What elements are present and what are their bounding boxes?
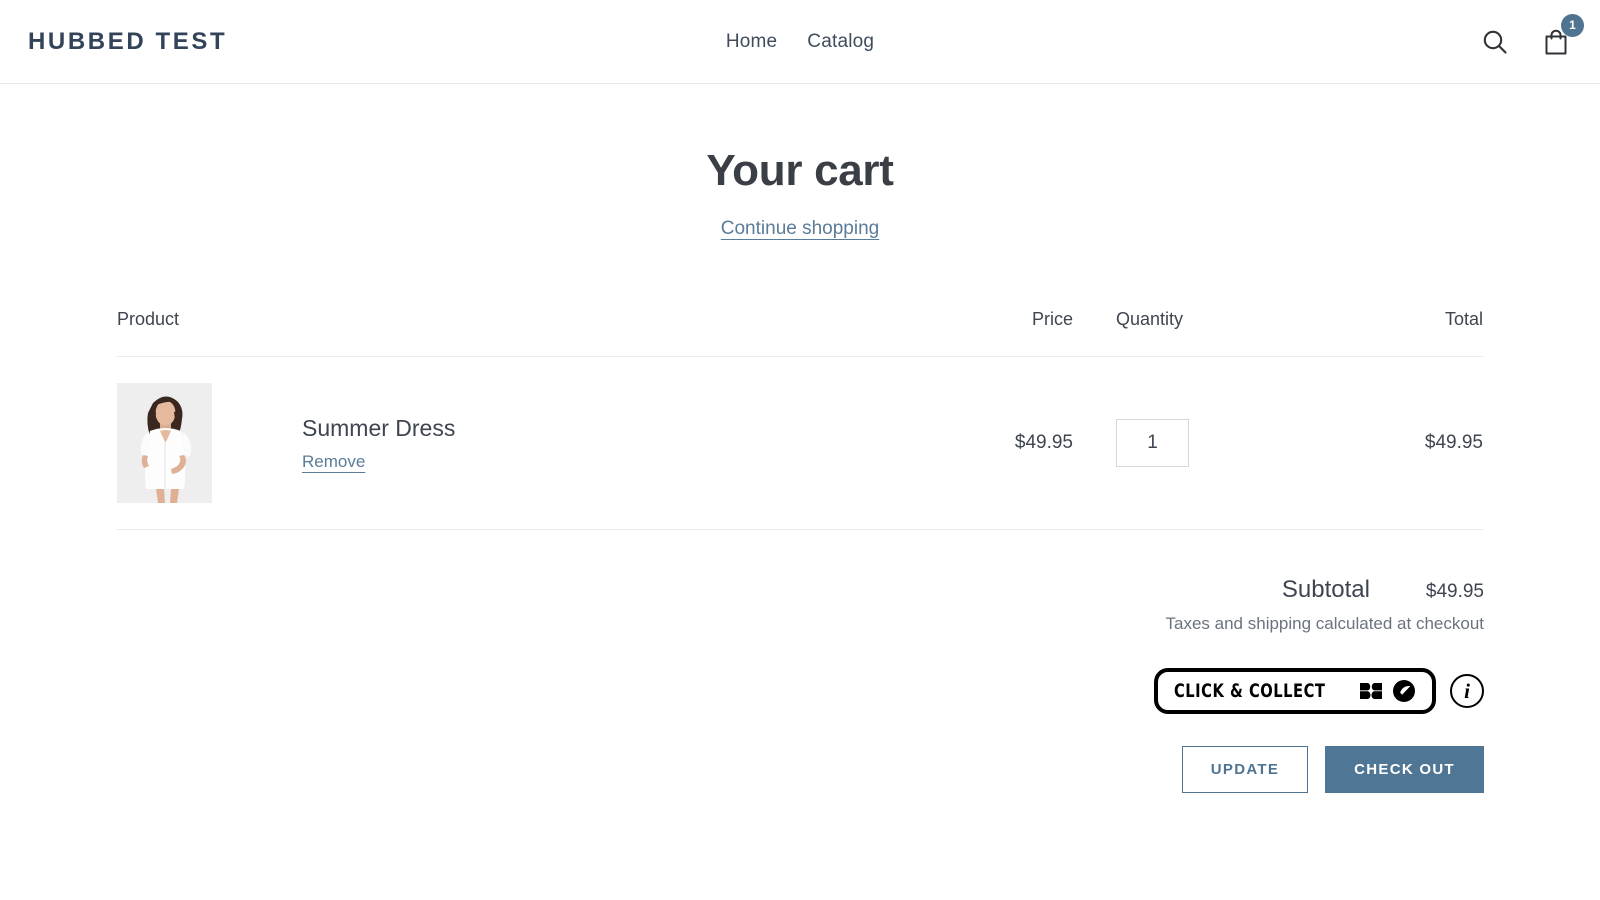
- search-button[interactable]: [1480, 27, 1510, 57]
- column-header-product: Product: [116, 308, 884, 357]
- table-row: Summer Dress Remove $49.95 $49.95: [116, 357, 1484, 530]
- click-collect-row: CLICK & COLLECT i: [116, 668, 1484, 714]
- subtotal-row: Subtotal $49.95: [116, 576, 1484, 604]
- column-header-price: Price: [884, 308, 1074, 357]
- product-title[interactable]: Summer Dress: [302, 415, 455, 442]
- cart-header-row: Product Price Quantity Total: [116, 308, 1484, 357]
- column-header-quantity: Quantity: [1074, 308, 1304, 357]
- update-cart-button[interactable]: UPDATE: [1182, 746, 1308, 793]
- product-thumbnail[interactable]: [117, 383, 212, 503]
- product-image: [117, 383, 212, 503]
- continue-shopping-wrap: Continue shopping: [116, 218, 1484, 240]
- cart-actions-row: UPDATE CHECK OUT: [116, 746, 1484, 793]
- tax-shipping-note: Taxes and shipping calculated at checkou…: [116, 614, 1484, 634]
- continue-shopping-link[interactable]: Continue shopping: [721, 218, 879, 239]
- header-actions: 1: [1480, 26, 1572, 58]
- page-title: Your cart: [116, 146, 1484, 196]
- site-logo[interactable]: HUBBED TEST: [28, 28, 227, 56]
- click-collect-badge[interactable]: CLICK & COLLECT: [1154, 668, 1436, 714]
- click-collect-label: CLICK & COLLECT: [1174, 680, 1325, 702]
- cart-table-body: Summer Dress Remove $49.95 $49.95: [116, 357, 1484, 530]
- site-header: HUBBED TEST Home Catalog 1: [0, 0, 1600, 84]
- cart-table-head: Product Price Quantity Total: [116, 308, 1484, 357]
- click-collect-info-icon[interactable]: i: [1450, 674, 1484, 708]
- search-icon: [1480, 27, 1510, 57]
- subtotal-value: $49.95: [1412, 581, 1484, 603]
- cell-product: Summer Dress Remove: [116, 357, 884, 530]
- cart-button[interactable]: 1: [1540, 26, 1572, 58]
- hubbed-monogram-icon: [1358, 681, 1384, 701]
- main-navigation: Home Catalog: [0, 31, 1600, 53]
- cart-table: Product Price Quantity Total: [116, 308, 1484, 530]
- cart-footer: Subtotal $49.95 Taxes and shipping calcu…: [116, 576, 1484, 793]
- cell-quantity: [1074, 357, 1304, 530]
- quantity-input[interactable]: [1116, 419, 1189, 467]
- subtotal-label: Subtotal: [1282, 576, 1370, 604]
- nav-link-catalog[interactable]: Catalog: [807, 31, 874, 53]
- leaf-check-circle-icon: [1392, 679, 1416, 703]
- remove-item-link[interactable]: Remove: [302, 452, 365, 471]
- product-meta: Summer Dress Remove: [212, 415, 455, 472]
- nav-link-home[interactable]: Home: [726, 31, 777, 53]
- product-cell: Summer Dress Remove: [117, 383, 883, 503]
- cell-price: $49.95: [884, 357, 1074, 530]
- column-header-total: Total: [1304, 308, 1484, 357]
- info-icon-label: i: [1464, 681, 1470, 702]
- cart-page: Your cart Continue shopping Product Pric…: [116, 84, 1484, 793]
- cart-count-badge: 1: [1561, 14, 1584, 37]
- checkout-button[interactable]: CHECK OUT: [1325, 746, 1484, 793]
- cell-total: $49.95: [1304, 357, 1484, 530]
